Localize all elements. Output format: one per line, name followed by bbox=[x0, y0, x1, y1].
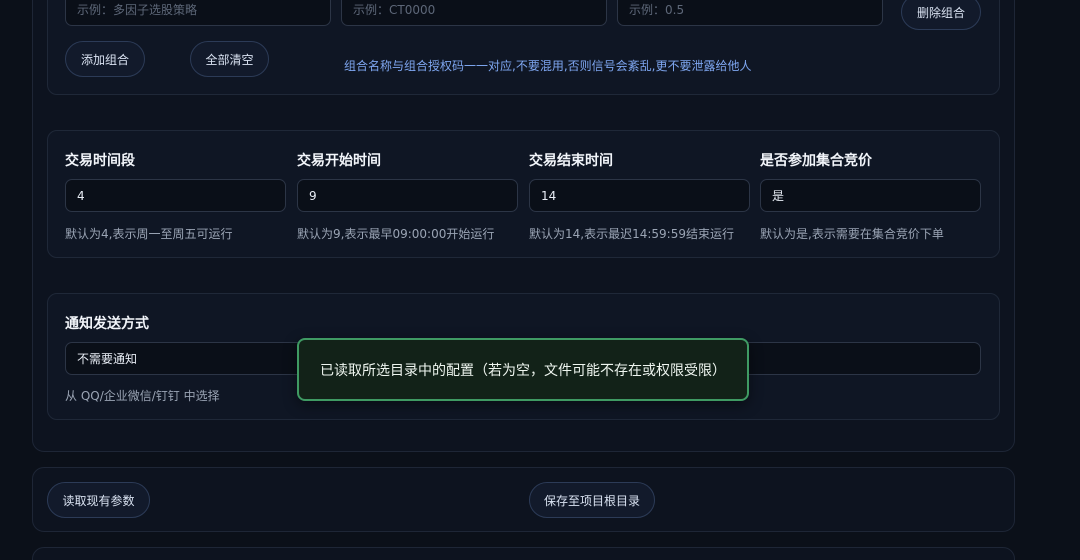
toast-message: 已读取所选目录中的配置（若为空，文件可能不存在或权限受限） bbox=[297, 338, 749, 401]
call-auction-title: 是否参加集合竞价 bbox=[760, 153, 872, 169]
trading-end-input[interactable]: 14 bbox=[529, 179, 750, 212]
trading-period-title: 交易时间段 bbox=[65, 153, 135, 169]
group-name-input[interactable]: 示例：多因子选股策略 bbox=[65, 0, 331, 26]
notify-method-hint: 从 QQ/企业微信/钉钉 中选择 bbox=[65, 389, 220, 403]
trading-period-input[interactable]: 4 bbox=[65, 179, 286, 212]
trading-start-input[interactable]: 9 bbox=[297, 179, 518, 212]
call-auction-hint: 默认为是,表示需要在集合竞价下单 bbox=[760, 227, 944, 241]
group-weight-input[interactable]: 示例：0.5 bbox=[617, 0, 883, 26]
clear-all-button[interactable]: 全部清空 bbox=[190, 41, 269, 77]
group-warning-note: 组合名称与组合授权码一一对应,不要混用,否则信号会紊乱,更不要泄露给他人 bbox=[344, 59, 752, 73]
call-auction-input[interactable]: 是 bbox=[760, 179, 981, 212]
notify-method-title: 通知发送方式 bbox=[65, 316, 149, 332]
add-group-button[interactable]: 添加组合 bbox=[65, 41, 145, 77]
next-card bbox=[32, 547, 1015, 560]
save-to-root-button[interactable]: 保存至项目根目录 bbox=[529, 482, 655, 518]
trading-start-hint: 默认为9,表示最早09:00:00开始运行 bbox=[297, 227, 495, 241]
delete-group-button[interactable]: 删除组合 bbox=[901, 0, 981, 30]
trading-period-hint: 默认为4,表示周一至周五可运行 bbox=[65, 227, 233, 241]
group-code-input[interactable]: 示例：CT0000 bbox=[341, 0, 607, 26]
read-params-button[interactable]: 读取现有参数 bbox=[47, 482, 150, 518]
actions-card bbox=[32, 467, 1015, 532]
trading-start-title: 交易开始时间 bbox=[297, 153, 381, 169]
trading-end-hint: 默认为14,表示最迟14:59:59结束运行 bbox=[529, 227, 734, 241]
trading-end-title: 交易结束时间 bbox=[529, 153, 613, 169]
